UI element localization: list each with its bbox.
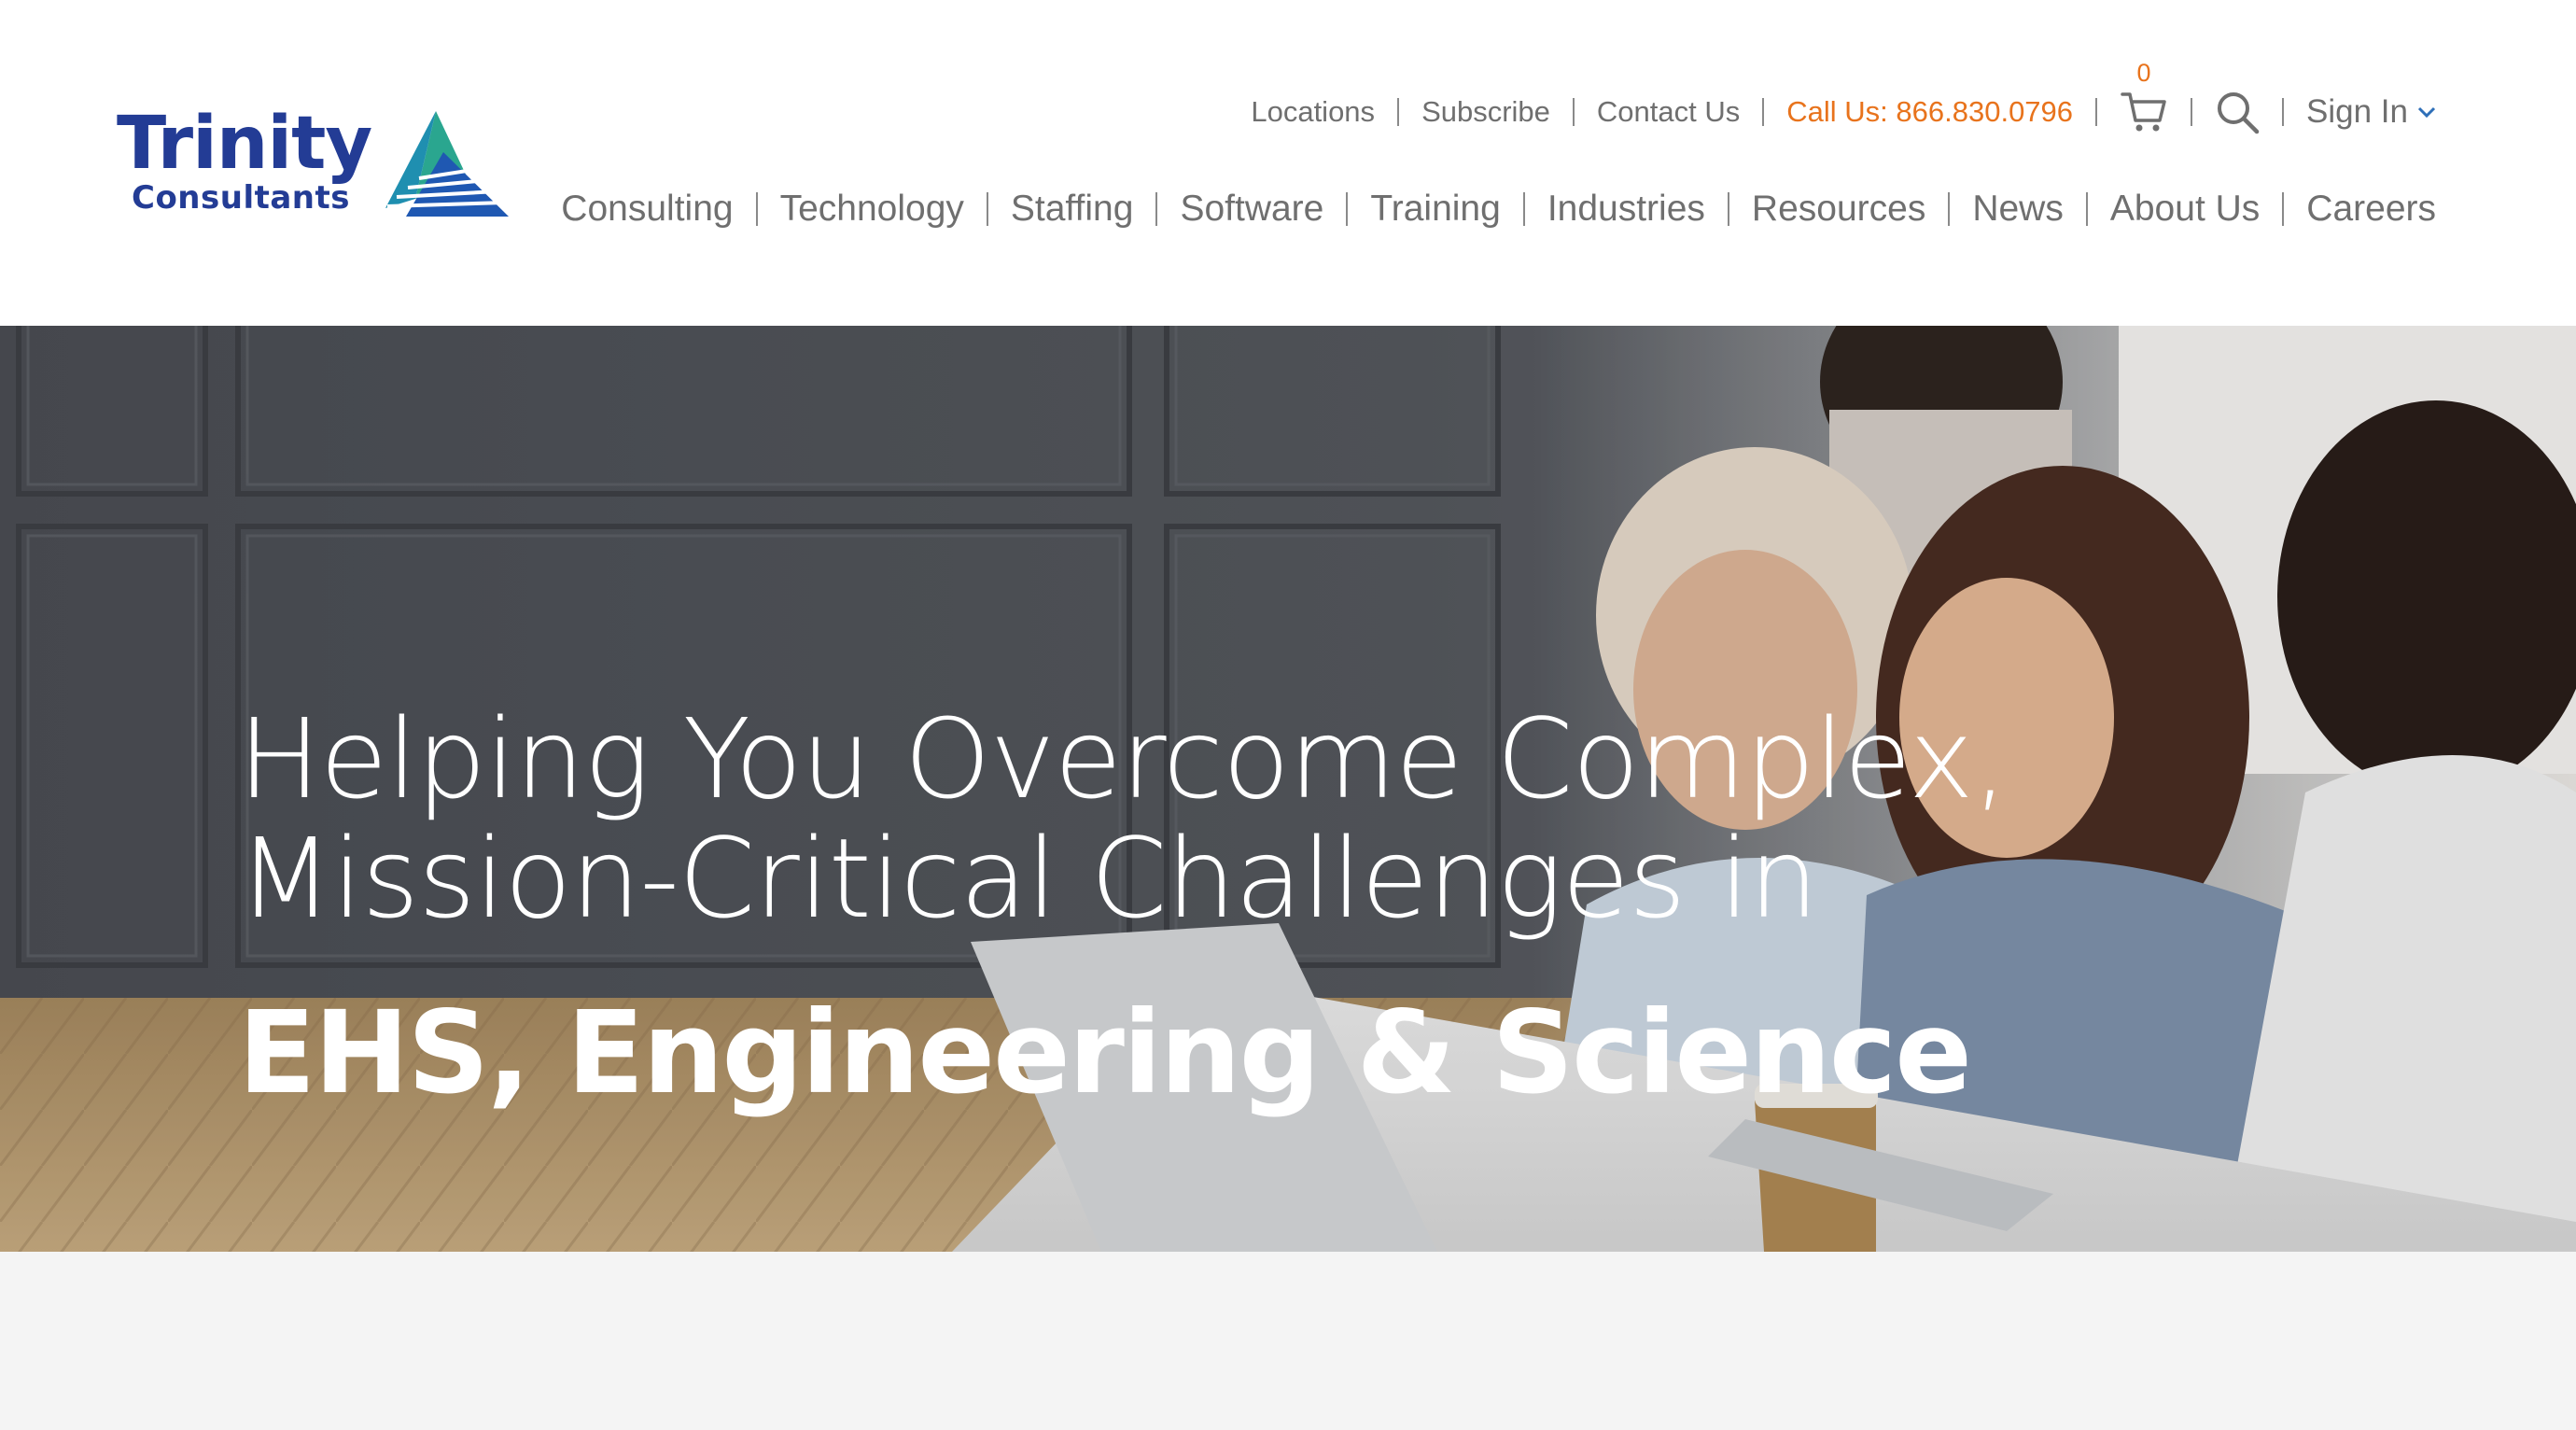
divider xyxy=(2095,98,2098,126)
logo-triangle-icon xyxy=(385,111,509,217)
contact-us-link[interactable]: Contact Us xyxy=(1597,95,1740,129)
main-nav: Consulting Technology Staffing Software … xyxy=(561,183,2436,235)
divider xyxy=(1572,98,1575,126)
divider xyxy=(1727,192,1729,226)
cart-button[interactable]: 0 xyxy=(2120,59,2168,135)
site-header: Trinity Consultants Locations Subscribe … xyxy=(0,0,2576,326)
divider xyxy=(2191,98,2193,126)
divider xyxy=(755,192,758,226)
hero-headline-line1: Helping You Overcome Complex, xyxy=(238,694,2008,823)
nav-technology[interactable]: Technology xyxy=(780,189,964,230)
divider xyxy=(1346,192,1349,226)
divider xyxy=(2282,98,2285,126)
chevron-down-icon xyxy=(2417,106,2436,119)
content-band xyxy=(0,1252,2576,1430)
nav-consulting[interactable]: Consulting xyxy=(561,189,733,230)
nav-careers[interactable]: Careers xyxy=(2306,189,2436,230)
nav-resources[interactable]: Resources xyxy=(1752,189,1925,230)
search-icon xyxy=(2218,92,2260,134)
subscribe-link[interactable]: Subscribe xyxy=(1421,95,1550,129)
divider xyxy=(1155,192,1158,226)
utility-nav: Locations Subscribe Contact Us Call Us: … xyxy=(1251,59,2436,135)
hero-headline-line2: Mission-Critical Challenges in xyxy=(238,814,1819,943)
divider xyxy=(986,192,988,226)
logo[interactable]: Trinity Consultants xyxy=(117,107,509,219)
hero-text: Helping You Overcome Complex, Mission-Cr… xyxy=(238,694,2008,1119)
locations-link[interactable]: Locations xyxy=(1251,95,1375,129)
nav-staffing[interactable]: Staffing xyxy=(1011,189,1134,230)
divider xyxy=(1762,98,1765,126)
nav-industries[interactable]: Industries xyxy=(1547,189,1705,230)
divider xyxy=(1397,98,1400,126)
call-us-link[interactable]: Call Us: 866.830.0796 xyxy=(1786,95,2073,129)
hero-highlight: EHS, Engineering & Science xyxy=(238,987,1972,1119)
divider xyxy=(2282,192,2285,226)
divider xyxy=(2085,192,2088,226)
hero-banner: Helping You Overcome Complex, Mission-Cr… xyxy=(0,326,2576,1252)
cart-count-badge: 0 xyxy=(2136,59,2151,87)
search-button[interactable] xyxy=(2215,90,2260,134)
nav-news[interactable]: News xyxy=(1972,189,2064,230)
divider xyxy=(1948,192,1951,226)
cart-icon xyxy=(2121,92,2166,132)
nav-training[interactable]: Training xyxy=(1370,189,1500,230)
logo-wordmark: Trinity xyxy=(117,102,372,186)
sign-in-menu[interactable]: Sign In xyxy=(2306,93,2436,131)
logo-subtitle: Consultants xyxy=(132,179,351,217)
nav-software[interactable]: Software xyxy=(1180,189,1323,230)
nav-about-us[interactable]: About Us xyxy=(2110,189,2260,230)
sign-in-label: Sign In xyxy=(2306,93,2408,130)
divider xyxy=(1522,192,1525,226)
